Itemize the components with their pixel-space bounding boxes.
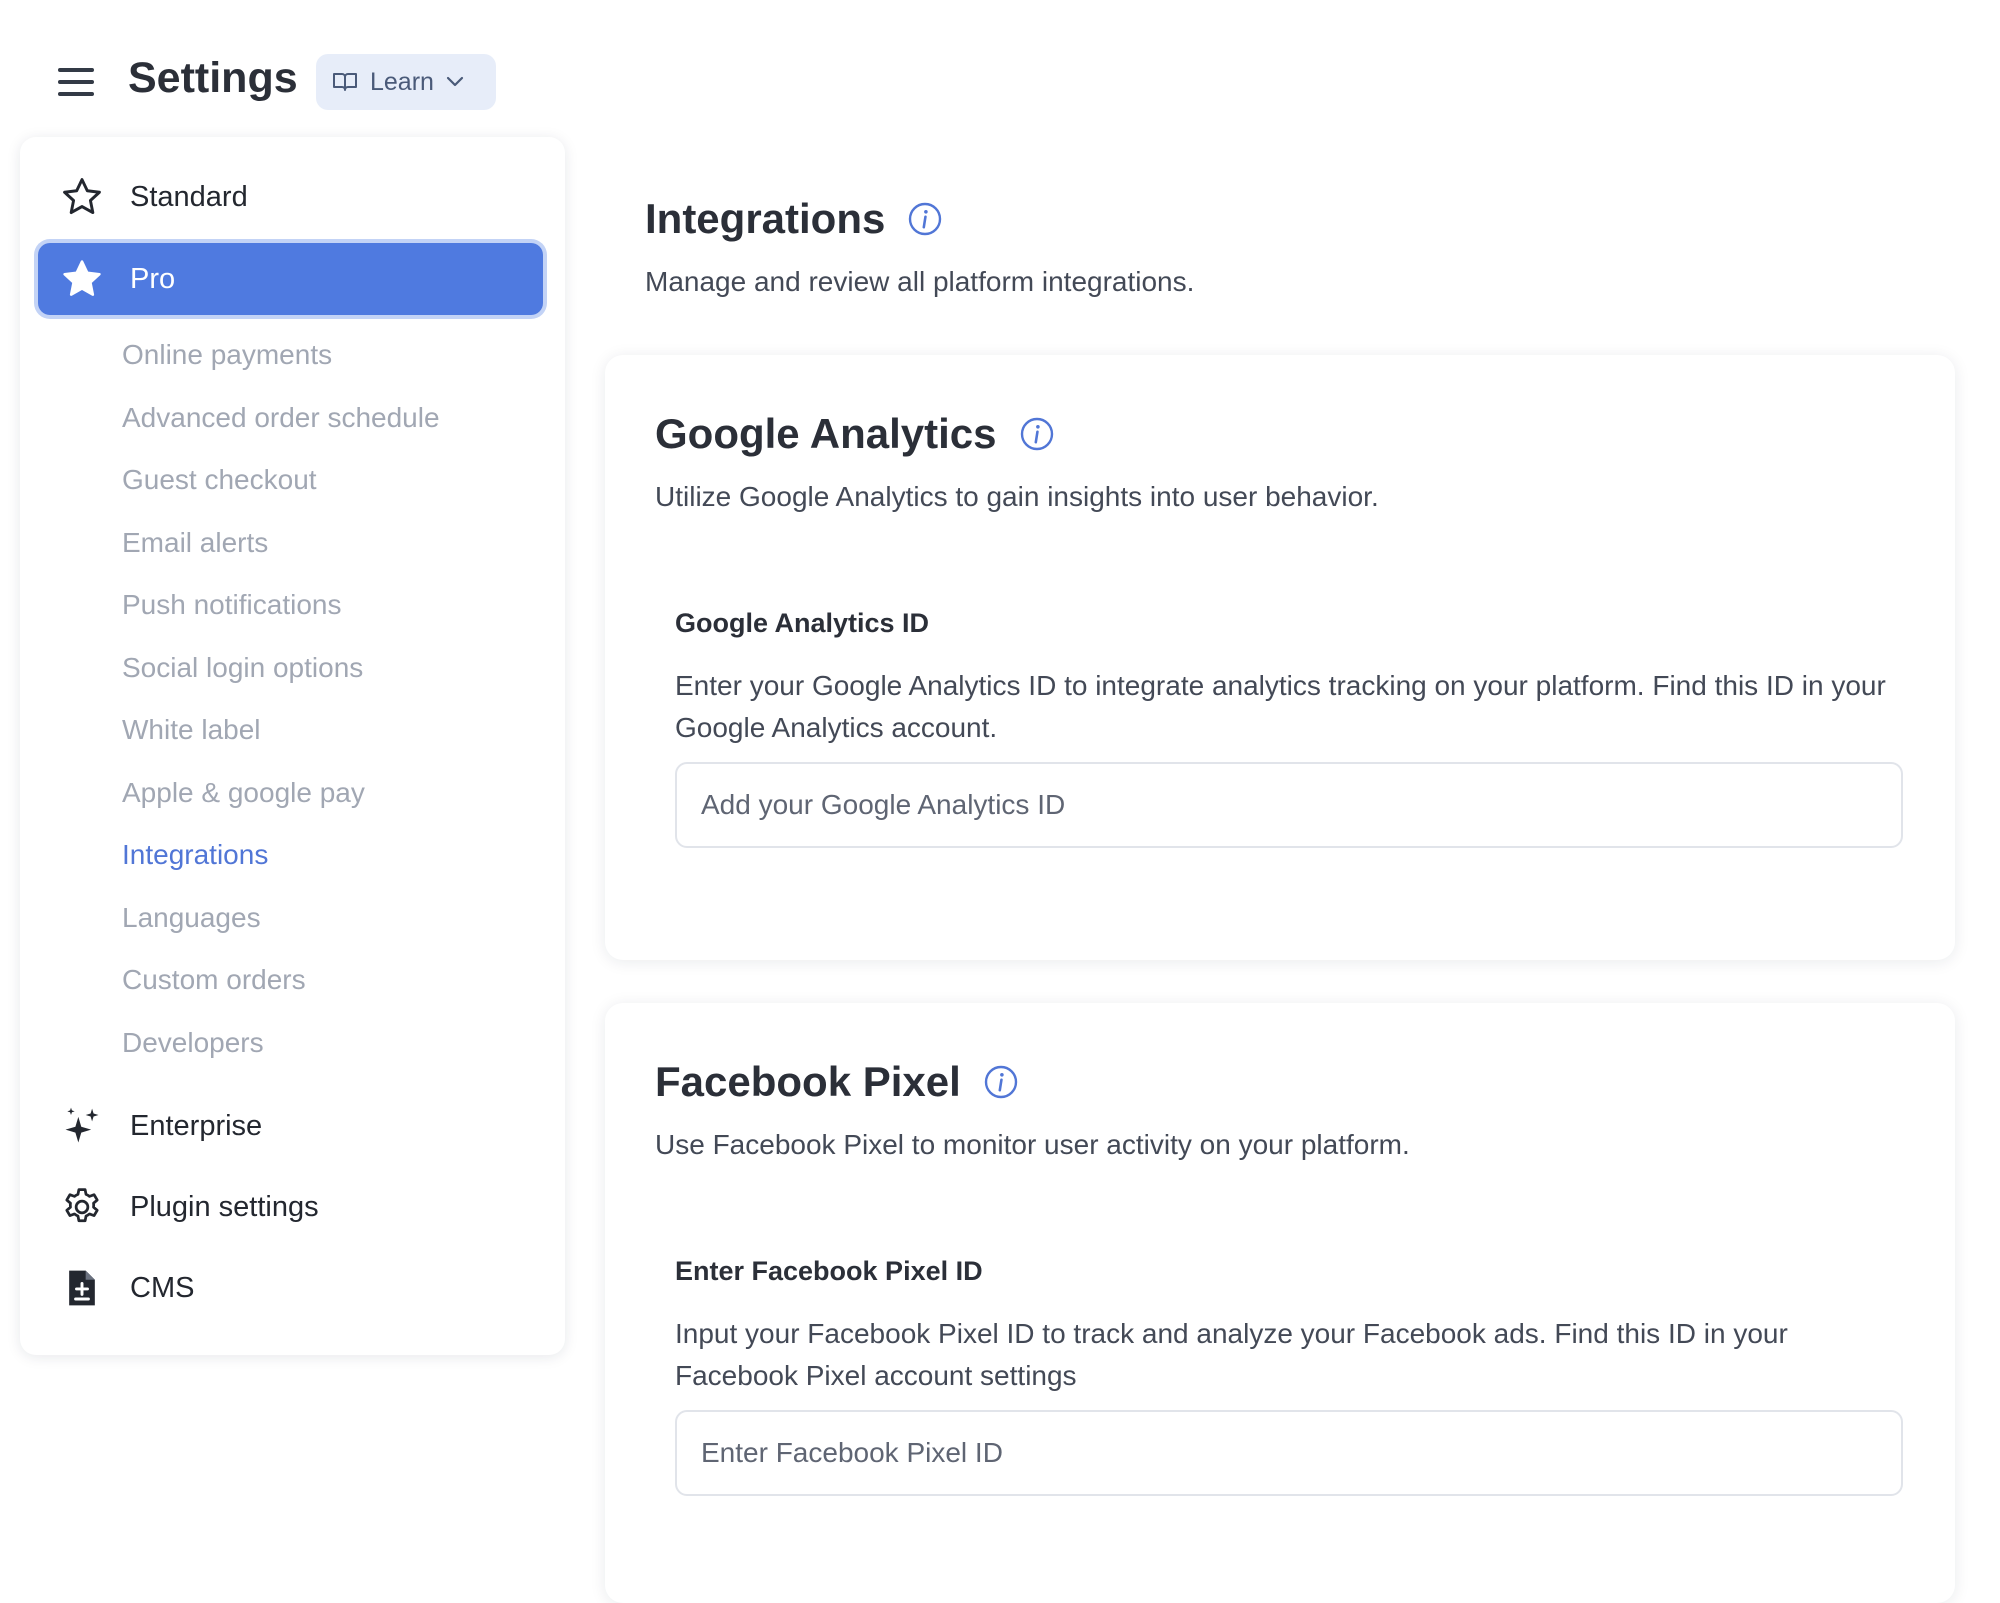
star-outline-icon (59, 174, 105, 220)
sidebar-item-label: CMS (130, 1271, 195, 1304)
settings-sidebar: Standard Pro Online payments Advanced or… (20, 137, 565, 1355)
info-icon[interactable] (907, 201, 943, 237)
section-description: Manage and review all platform integrati… (645, 266, 1195, 297)
sidebar-item-label: Enterprise (130, 1109, 263, 1142)
learn-button[interactable]: Learn (316, 54, 496, 110)
sidebar-subitem-push-notifications[interactable]: Push notifications (122, 589, 341, 621)
card-description: Use Facebook Pixel to monitor user activ… (655, 1129, 1410, 1160)
sidebar-subitem-integrations[interactable]: Integrations (122, 839, 268, 871)
card-title: Google Analytics (655, 410, 1055, 458)
sidebar-item-plugin-settings[interactable]: Plugin settings (38, 1171, 543, 1243)
learn-button-label: Learn (370, 67, 434, 96)
section-title: Integrations (645, 195, 943, 243)
sidebar-subitem-online-payments[interactable]: Online payments (122, 339, 332, 371)
card-title-text: Facebook Pixel (655, 1058, 961, 1105)
sidebar-item-enterprise[interactable]: Enterprise (38, 1090, 543, 1162)
sidebar-subitem-guest-checkout[interactable]: Guest checkout (122, 464, 317, 496)
google-analytics-id-help: Enter your Google Analytics ID to integr… (675, 670, 1886, 743)
sidebar-item-label: Standard (130, 180, 248, 213)
sidebar-subitem-white-label[interactable]: White label (122, 714, 261, 746)
document-icon (59, 1265, 105, 1311)
sparkles-icon (59, 1103, 105, 1149)
section-title-text: Integrations (645, 195, 886, 242)
sidebar-subitem-developers[interactable]: Developers (122, 1027, 264, 1059)
sidebar-item-pro[interactable]: Pro (38, 243, 543, 315)
card-title-text: Google Analytics (655, 410, 997, 457)
star-filled-icon (59, 256, 105, 302)
sidebar-subitem-advanced-order-schedule[interactable]: Advanced order schedule (122, 402, 440, 434)
card-title: Facebook Pixel (655, 1058, 1019, 1106)
sidebar-subitem-custom-orders[interactable]: Custom orders (122, 964, 306, 996)
sidebar-subitem-social-login-options[interactable]: Social login options (122, 652, 363, 684)
page-title: Settings (128, 54, 298, 102)
google-analytics-id-input[interactable] (675, 762, 1903, 848)
info-icon[interactable] (1019, 416, 1055, 452)
gear-icon (59, 1184, 105, 1230)
facebook-pixel-id-label: Enter Facebook Pixel ID (675, 1256, 983, 1286)
sidebar-item-standard[interactable]: Standard (38, 161, 543, 233)
google-analytics-id-label: Google Analytics ID (675, 608, 930, 638)
book-icon (333, 73, 357, 91)
sidebar-subitem-languages[interactable]: Languages (122, 902, 261, 934)
info-icon[interactable] (983, 1064, 1019, 1100)
google-analytics-card: Google Analytics Utilize Google Analytic… (605, 355, 1955, 960)
main-content: Integrations Manage and review all platf… (600, 0, 2000, 1603)
facebook-pixel-id-input[interactable] (675, 1410, 1903, 1496)
facebook-pixel-id-help: Input your Facebook Pixel ID to track an… (675, 1318, 1788, 1391)
sidebar-item-cms[interactable]: CMS (38, 1252, 543, 1324)
sidebar-subitem-email-alerts[interactable]: Email alerts (122, 527, 268, 559)
sidebar-item-label: Plugin settings (130, 1190, 319, 1223)
sidebar-item-label: Pro (130, 262, 176, 295)
card-description: Utilize Google Analytics to gain insight… (655, 481, 1379, 512)
chevron-down-icon (446, 76, 464, 87)
facebook-pixel-card: Facebook Pixel Use Facebook Pixel to mon… (605, 1003, 1955, 1603)
hamburger-menu-icon[interactable] (50, 60, 102, 104)
sidebar-subitem-apple-google-pay[interactable]: Apple & google pay (122, 777, 365, 809)
